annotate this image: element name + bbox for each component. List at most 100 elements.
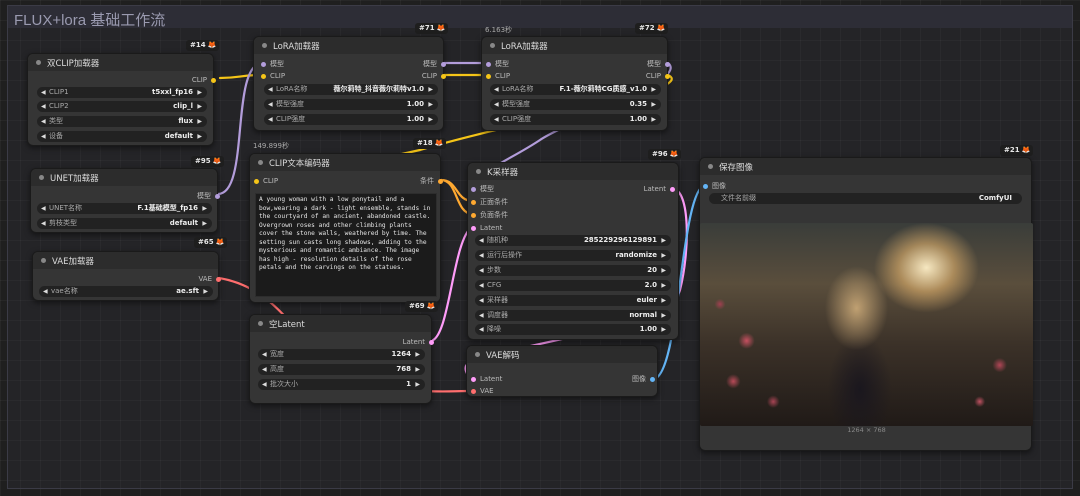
arrow-right-icon[interactable]: ▶ xyxy=(428,99,433,110)
arrow-right-icon[interactable]: ▶ xyxy=(197,101,202,112)
node-ksampler[interactable]: K采样器 模型 正面条件 负面条件 Latent Latent ◀ 随机种 2852… xyxy=(467,162,679,340)
arrow-left-icon[interactable]: ◀ xyxy=(479,310,484,321)
widget-clip1[interactable]: ◀ CLIP1 t5xxl_fp16 ▶ xyxy=(37,87,207,98)
arrow-right-icon[interactable]: ▶ xyxy=(651,84,656,95)
slot-dot-icon[interactable] xyxy=(670,186,675,192)
widget-seed[interactable]: ◀ 随机种 285229296129891 ▶ xyxy=(475,235,671,246)
node-title-bar[interactable]: LoRA加载器 xyxy=(482,37,667,54)
slot-dot-icon[interactable] xyxy=(254,178,259,184)
node-clip-text-encoder[interactable]: CLIP文本编码器 CLIP 条件 A young woman with a l… xyxy=(249,153,443,303)
widget-filename-prefix[interactable]: 文件名前缀 ComfyUI xyxy=(709,193,1022,204)
node-title-bar[interactable]: VAE解码 xyxy=(467,346,657,363)
node-lora-loader-1[interactable]: LoRA加载器 模型 CLIP 模型 CLIP ◀ LoRA名称 薇尔莉特_抖音薇尔… xyxy=(253,36,446,131)
node-title-bar[interactable]: VAE加载器 xyxy=(33,252,218,269)
arrow-left-icon[interactable]: ◀ xyxy=(479,235,484,246)
slot-dot-icon[interactable] xyxy=(211,77,216,83)
collapse-dot-icon[interactable] xyxy=(476,169,481,174)
slot-dot-icon[interactable] xyxy=(471,376,476,382)
arrow-right-icon[interactable]: ▶ xyxy=(661,250,666,261)
input-model[interactable]: 模型 xyxy=(261,59,284,69)
widget-lora-name[interactable]: ◀ LoRA名称 薇尔莉特_抖音薇尔莉特v1.0 ▶ xyxy=(264,84,438,95)
node-title-bar[interactable]: 保存图像 xyxy=(700,158,1031,175)
arrow-left-icon[interactable]: ◀ xyxy=(479,324,484,335)
widget-sampler[interactable]: ◀ 采样器 euler ▶ xyxy=(475,295,671,306)
collapse-dot-icon[interactable] xyxy=(36,60,41,65)
arrow-left-icon[interactable]: ◀ xyxy=(479,295,484,306)
arrow-right-icon[interactable]: ▶ xyxy=(428,84,433,95)
collapse-dot-icon[interactable] xyxy=(41,258,46,263)
arrow-right-icon[interactable]: ▶ xyxy=(651,99,656,110)
slot-dot-icon[interactable] xyxy=(429,339,434,345)
arrow-right-icon[interactable]: ▶ xyxy=(661,295,666,306)
input-vae[interactable]: VAE xyxy=(471,386,494,396)
prompt-textarea[interactable]: A young woman with a low ponytail and a … xyxy=(255,193,437,297)
node-save-image[interactable]: 保存图像 图像 文件名前缀 ComfyUI 1264 × 768 xyxy=(699,157,1033,451)
arrow-left-icon[interactable]: ◀ xyxy=(41,116,46,127)
output-image[interactable]: 图像 xyxy=(632,374,655,384)
collapse-dot-icon[interactable] xyxy=(708,164,713,169)
preview-image[interactable] xyxy=(700,223,1033,426)
arrow-left-icon[interactable]: ◀ xyxy=(268,99,273,110)
arrow-left-icon[interactable]: ◀ xyxy=(41,131,46,142)
widget-scheduler[interactable]: ◀ 调度器 normal ▶ xyxy=(475,310,671,321)
input-latent[interactable]: Latent xyxy=(471,223,502,233)
widget-clip-strength[interactable]: ◀ CLIP强度 1.00 ▶ xyxy=(264,114,438,125)
arrow-right-icon[interactable]: ▶ xyxy=(197,87,202,98)
slot-dot-icon[interactable] xyxy=(471,199,476,205)
output-clip[interactable]: CLIP xyxy=(422,71,446,81)
collapse-dot-icon[interactable] xyxy=(39,175,44,180)
arrow-right-icon[interactable]: ▶ xyxy=(415,364,420,375)
arrow-right-icon[interactable]: ▶ xyxy=(661,310,666,321)
arrow-left-icon[interactable]: ◀ xyxy=(479,250,484,261)
slot-dot-icon[interactable] xyxy=(486,61,491,67)
widget-prune-type[interactable]: ◀ 剪枝类型 default ▶ xyxy=(37,218,212,229)
widget-width[interactable]: ◀ 宽度 1264 ▶ xyxy=(258,349,425,360)
widget-clip-strength[interactable]: ◀ CLIP强度 1.00 ▶ xyxy=(490,114,661,125)
input-latent[interactable]: Latent xyxy=(471,374,502,384)
widget-clip2[interactable]: ◀ CLIP2 clip_l ▶ xyxy=(37,101,207,112)
widget-device[interactable]: ◀ 设备 default ▶ xyxy=(37,131,207,142)
arrow-left-icon[interactable]: ◀ xyxy=(41,87,46,98)
widget-denoise[interactable]: ◀ 降噪 1.00 ▶ xyxy=(475,324,671,335)
slot-dot-icon[interactable] xyxy=(665,61,670,67)
slot-dot-icon[interactable] xyxy=(438,178,443,184)
slot-dot-icon[interactable] xyxy=(486,73,491,79)
arrow-left-icon[interactable]: ◀ xyxy=(268,84,273,95)
widget-model-strength[interactable]: ◀ 模型强度 1.00 ▶ xyxy=(264,99,438,110)
node-unet-loader[interactable]: UNET加载器 模型 ◀ UNET名称 F.1基础模型_fp16 ▶ ◀ 剪枝类型 def… xyxy=(30,168,220,233)
input-model[interactable]: 模型 xyxy=(486,59,509,69)
group-header[interactable]: FLUX+lora 基础工作流 xyxy=(8,6,1072,29)
node-title-bar[interactable]: LoRA加载器 xyxy=(254,37,443,54)
slot-dot-icon[interactable] xyxy=(471,212,476,218)
widget-height[interactable]: ◀ 高度 768 ▶ xyxy=(258,364,425,375)
widget-cfg[interactable]: ◀ CFG 2.0 ▶ xyxy=(475,280,671,291)
arrow-left-icon[interactable]: ◀ xyxy=(262,364,267,375)
collapse-dot-icon[interactable] xyxy=(475,352,480,357)
arrow-right-icon[interactable]: ▶ xyxy=(197,116,202,127)
output-model[interactable]: 模型 xyxy=(647,59,670,69)
slot-dot-icon[interactable] xyxy=(261,73,266,79)
arrow-left-icon[interactable]: ◀ xyxy=(268,114,273,125)
node-vae-decode[interactable]: VAE解码 Latent VAE 图像 xyxy=(466,345,658,397)
arrow-left-icon[interactable]: ◀ xyxy=(41,218,46,229)
slot-dot-icon[interactable] xyxy=(215,193,220,199)
slot-dot-icon[interactable] xyxy=(471,186,476,192)
arrow-left-icon[interactable]: ◀ xyxy=(41,101,46,112)
node-title-bar[interactable]: 双CLIP加载器 xyxy=(28,54,213,71)
slot-dot-icon[interactable] xyxy=(703,183,708,189)
slot-dot-icon[interactable] xyxy=(471,225,476,231)
node-title-bar[interactable]: CLIP文本编码器 xyxy=(250,154,440,171)
collapse-dot-icon[interactable] xyxy=(258,321,263,326)
widget-type[interactable]: ◀ 类型 flux ▶ xyxy=(37,116,207,127)
slot-dot-icon[interactable] xyxy=(261,61,266,67)
output-vae[interactable]: VAE xyxy=(198,274,221,284)
arrow-right-icon[interactable]: ▶ xyxy=(197,131,202,142)
arrow-left-icon[interactable]: ◀ xyxy=(479,280,484,291)
input-model[interactable]: 模型 xyxy=(471,184,494,194)
node-dual-clip-loader[interactable]: 双CLIP加载器 CLIP ◀ CLIP1 t5xxl_fp16 ▶ ◀ CLIP2 cl… xyxy=(27,53,216,146)
arrow-right-icon[interactable]: ▶ xyxy=(202,203,207,214)
arrow-right-icon[interactable]: ▶ xyxy=(661,324,666,335)
collapse-dot-icon[interactable] xyxy=(262,43,267,48)
arrow-left-icon[interactable]: ◀ xyxy=(494,99,499,110)
widget-batch-size[interactable]: ◀ 批次大小 1 ▶ xyxy=(258,379,425,390)
